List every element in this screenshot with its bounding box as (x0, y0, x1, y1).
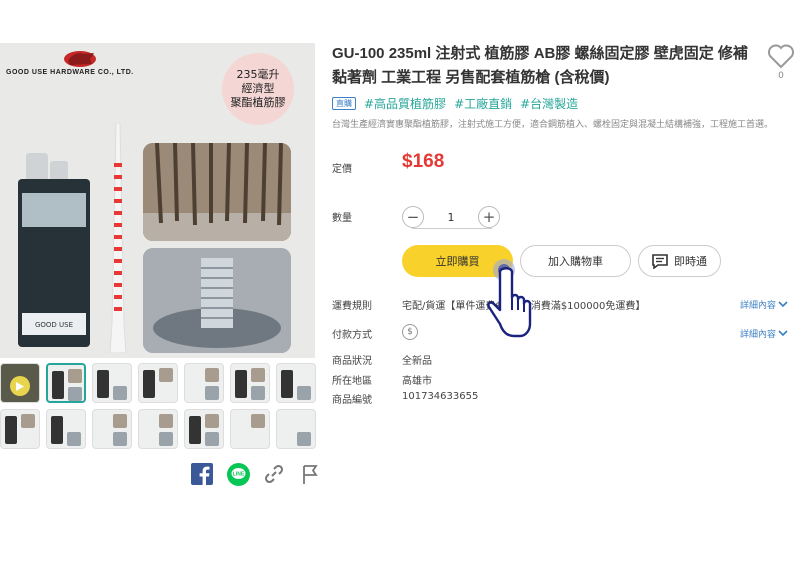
tag-link[interactable]: #台灣製造 (520, 95, 578, 112)
payment-details-link[interactable]: 詳細內容 (740, 327, 788, 340)
direct-purchase-badge: 直購 (332, 97, 356, 110)
chat-button-label: 即時通 (674, 255, 707, 268)
thumbnail-image[interactable] (138, 363, 178, 403)
thumbnail-image[interactable] (92, 409, 132, 449)
thumbnail-image[interactable] (230, 363, 270, 403)
thumbnail-image[interactable] (276, 409, 316, 449)
tag-link[interactable]: #工廠直銷 (454, 95, 512, 112)
flag-icon[interactable] (298, 462, 322, 486)
chevron-down-icon (778, 330, 788, 337)
chat-icon (652, 253, 668, 269)
payment-label: 付款方式 (332, 330, 372, 341)
product-id-label: 商品編號 (332, 395, 372, 406)
product-id-value: 101734633655 (402, 391, 479, 402)
details-link-label: 詳細內容 (740, 301, 777, 311)
quantity-input[interactable]: 1 (424, 211, 478, 224)
condition-value: 全新品 (402, 356, 432, 367)
promo-line-type: 經濟型 (241, 82, 275, 95)
chat-button[interactable]: 即時通 (638, 245, 721, 277)
cartridge-label: GOOD USE (35, 321, 73, 329)
anchor-bolt-photo (143, 248, 291, 353)
thumbnail-video[interactable] (0, 363, 40, 403)
add-to-cart-button[interactable]: 加入購物車 (520, 245, 631, 277)
adhesive-cartridge: GOOD USE (18, 153, 90, 347)
quantity-underline (412, 228, 492, 229)
product-title: GU-100 235ml 注射式 植筋膠 AB膠 螺絲固定膠 壁虎固定 修補黏著… (332, 45, 748, 86)
thumbnail-image[interactable] (184, 363, 224, 403)
quantity-stepper: − 1 + (402, 205, 502, 229)
tag-link[interactable]: #高品質植筋膠 (364, 95, 446, 112)
favorite-button[interactable]: 0 (766, 43, 796, 81)
payment-icon: $ (402, 324, 418, 340)
promo-badge: 235毫升 經濟型 聚酯植筋膠 (222, 53, 294, 125)
shipping-label: 運費規則 (332, 301, 372, 312)
thumbnail-image[interactable] (46, 363, 86, 403)
mixing-nozzle (109, 123, 127, 353)
share-row: LINE (190, 462, 322, 486)
thumbnail-image[interactable] (0, 409, 40, 449)
thumbnail-image[interactable] (184, 409, 224, 449)
link-icon[interactable] (262, 462, 286, 486)
price-label: 定價 (332, 164, 352, 175)
thumbnail-image[interactable] (46, 409, 86, 449)
condition-label: 商品狀況 (332, 356, 372, 367)
shipping-details-link[interactable]: 詳細內容 (740, 298, 788, 311)
promo-line-volume: 235毫升 (236, 68, 280, 81)
favorite-count: 0 (778, 71, 784, 81)
price-value: $168 (402, 151, 445, 172)
quantity-label: 數量 (332, 213, 352, 224)
thumbnail-image[interactable] (230, 409, 270, 449)
main-product-image[interactable]: GOOD USE HARDWARE CO., LTD. 235毫升 經濟型 聚酯… (0, 43, 315, 358)
chevron-down-icon (778, 301, 788, 308)
promo-line-product: 聚酯植筋膠 (230, 96, 286, 109)
hand-pointer-icon (487, 259, 532, 338)
thumbnail-image[interactable] (92, 363, 132, 403)
thumbnail-image[interactable] (276, 363, 316, 403)
details-link-label: 詳細內容 (740, 330, 777, 340)
location-label: 所在地區 (332, 376, 372, 387)
brand-name: GOOD USE HARDWARE CO., LTD. (6, 69, 134, 76)
tag-row: 直購 #高品質植筋膠 #工廠直銷 #台灣製造 (332, 95, 578, 112)
quantity-increase-button[interactable]: + (478, 206, 500, 228)
rebar-photo (143, 143, 291, 241)
product-description: 台灣生產經濟實惠聚酯植筋膠，注射式施工方便，適合鋼筋植入、螺栓固定與混凝土結構補… (332, 120, 774, 130)
heart-icon (768, 44, 794, 69)
play-icon (10, 376, 30, 396)
facebook-icon[interactable] (190, 462, 214, 486)
brand-logo-icon (64, 51, 96, 67)
quantity-decrease-button[interactable]: − (402, 206, 424, 228)
location-value: 高雄市 (402, 376, 432, 387)
svg-text:LINE: LINE (232, 471, 244, 477)
thumbnail-image[interactable] (138, 409, 178, 449)
line-icon[interactable]: LINE (226, 462, 250, 486)
